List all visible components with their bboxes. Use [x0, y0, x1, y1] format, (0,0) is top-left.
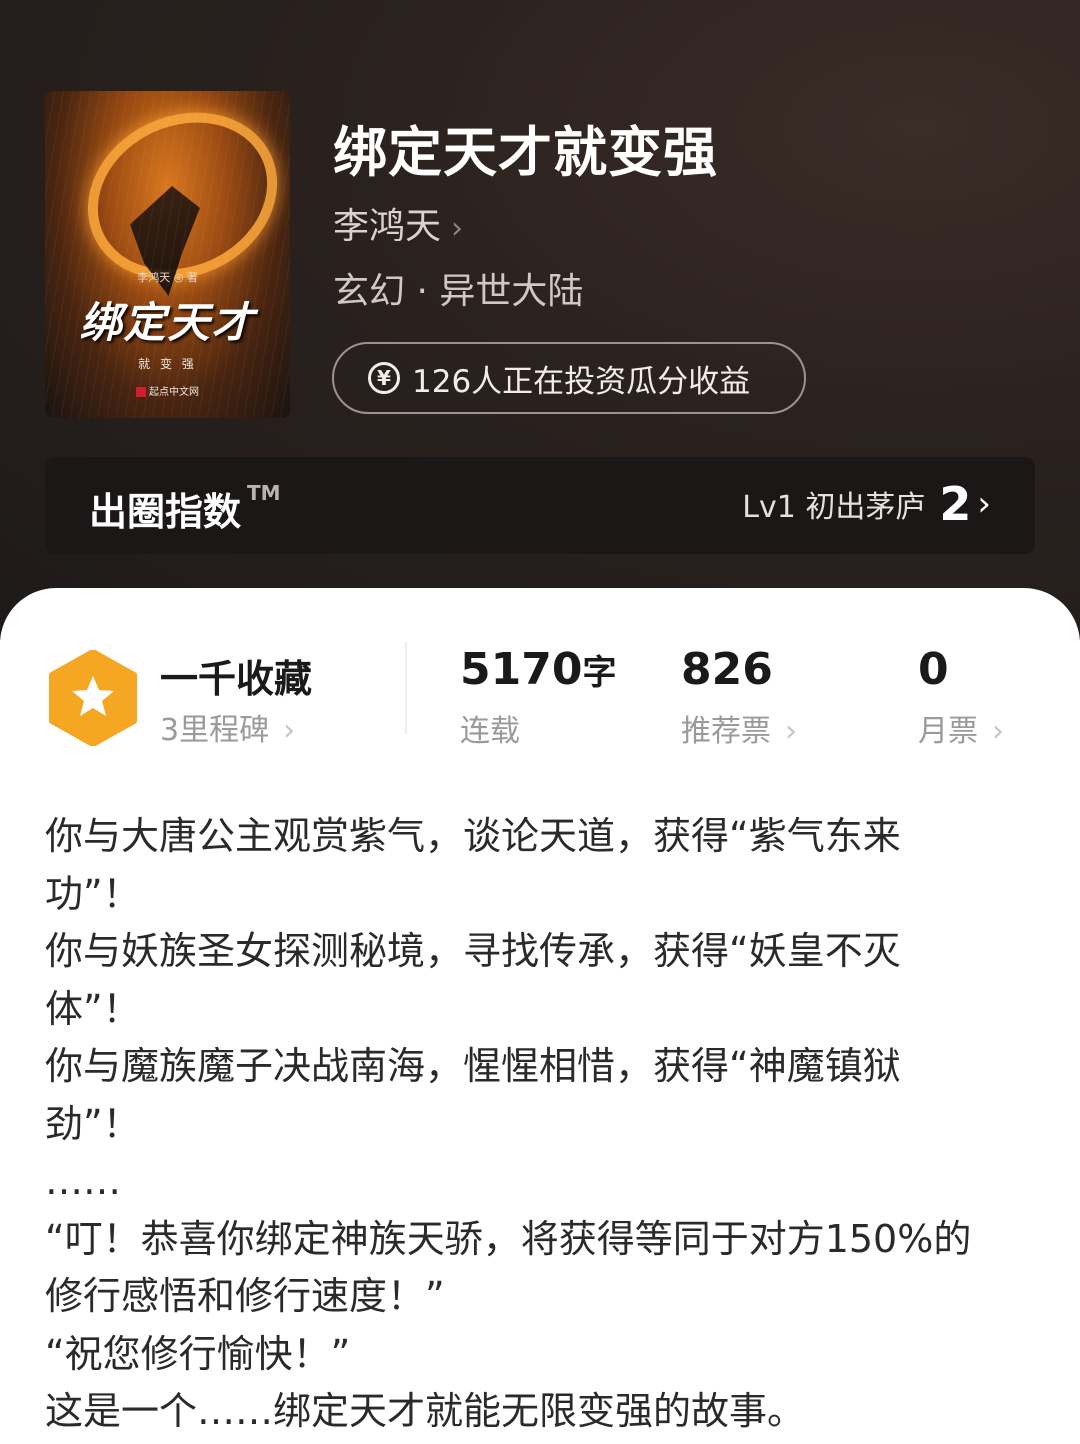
- publisher-logo-icon: [136, 387, 146, 397]
- milestone-star-icon: [49, 650, 137, 746]
- chevron-right-icon: ›: [977, 484, 991, 524]
- monthly-votes-label: 月票: [918, 714, 978, 749]
- trademark-mark: TM: [247, 481, 281, 505]
- synopsis-line: 你与妖族圣女探测秘境，寻找传承，获得“妖皇不灭: [45, 929, 901, 973]
- chevron-right-icon: ›: [992, 714, 1004, 749]
- word-count-unit: 字: [582, 653, 617, 693]
- word-count-number: 5170: [460, 644, 583, 695]
- cover-title-art: 绑定天才: [79, 298, 256, 347]
- synopsis-line: 这是一个……绑定天才就能无限变强的故事。: [45, 1389, 806, 1433]
- cover-author-text: 李鸿天 ◎ 著: [137, 271, 198, 284]
- synopsis-line: 修行感悟和修行速度！”: [45, 1274, 445, 1318]
- invest-button[interactable]: ¥ 126人正在投资瓜分收益: [332, 342, 806, 414]
- word-count-value: 5170字: [460, 644, 616, 695]
- synopsis-line: 劲”！: [45, 1101, 141, 1146]
- cover-subtitle-art: 就 变 强: [138, 357, 197, 371]
- popularity-index-bar[interactable]: 出圈指数 TM Lv1 初出茅庐 2 ›: [45, 457, 1035, 554]
- chevron-right-icon: ›: [283, 713, 296, 748]
- book-title: 绑定天才就变强: [333, 120, 718, 184]
- milestone-count: 3里程碑: [160, 713, 270, 748]
- book-header: 李鸿天 ◎ 著 绑定天才 就 变 强 起点中文网 绑定天才就变强 李鸿天 › 玄幻…: [0, 0, 1080, 640]
- index-level: Lv1 初出茅庐: [742, 490, 926, 525]
- book-cover[interactable]: 李鸿天 ◎ 著 绑定天才 就 变 强 起点中文网: [45, 91, 290, 418]
- author-link[interactable]: 李鸿天 ›: [333, 197, 463, 249]
- milestone-name[interactable]: 一千收藏: [160, 648, 312, 703]
- serial-status-label: 连载: [460, 714, 520, 749]
- recommend-votes-value: 826: [681, 644, 773, 695]
- recommend-votes-link[interactable]: 推荐票 ›: [681, 706, 797, 750]
- stats-divider: [405, 642, 407, 734]
- book-synopsis[interactable]: 你与大唐公主观赏紫气，谈论天道，获得“紫气东来 功”！ 你与妖族圣女探测秘境，寻…: [45, 808, 1040, 1441]
- monthly-votes-value: 0: [918, 644, 949, 695]
- synopsis-line: 你与魔族魔子决战南海，惺惺相惜，获得“神魔镇狱: [45, 1044, 901, 1088]
- chevron-right-icon: ›: [785, 714, 797, 749]
- synopsis-line: “叮！恭喜你绑定神族天骄，将获得等同于对方150%的: [45, 1216, 972, 1261]
- invest-text: 126人正在投资瓜分收益: [412, 363, 751, 400]
- synopsis-line: 功”！: [45, 871, 141, 916]
- recommend-votes-label: 推荐票: [681, 714, 771, 749]
- cover-publisher: 起点中文网: [45, 383, 290, 398]
- genre-tags[interactable]: 玄幻 · 异世大陆: [333, 262, 583, 314]
- yen-coin-icon: ¥: [368, 362, 400, 394]
- synopsis-line: “祝您修行愉快！”: [45, 1331, 351, 1376]
- milestone-link[interactable]: 3里程碑 ›: [160, 705, 295, 749]
- index-title: 出圈指数 TM: [89, 481, 281, 536]
- publisher-name: 起点中文网: [149, 387, 199, 398]
- index-title-text: 出圈指数: [89, 490, 242, 534]
- index-score: 2: [939, 477, 972, 531]
- index-level-group: Lv1 初出茅庐 2 ›: [742, 477, 991, 531]
- synopsis-line: 你与大唐公主观赏紫气，谈论天道，获得“紫气东来: [45, 814, 901, 858]
- monthly-votes-link[interactable]: 月票 ›: [918, 706, 1004, 750]
- chevron-right-icon: ›: [451, 211, 464, 246]
- synopsis-line: ……: [45, 1159, 121, 1203]
- synopsis-line: 体”！: [45, 986, 141, 1031]
- author-name: 李鸿天: [333, 206, 442, 247]
